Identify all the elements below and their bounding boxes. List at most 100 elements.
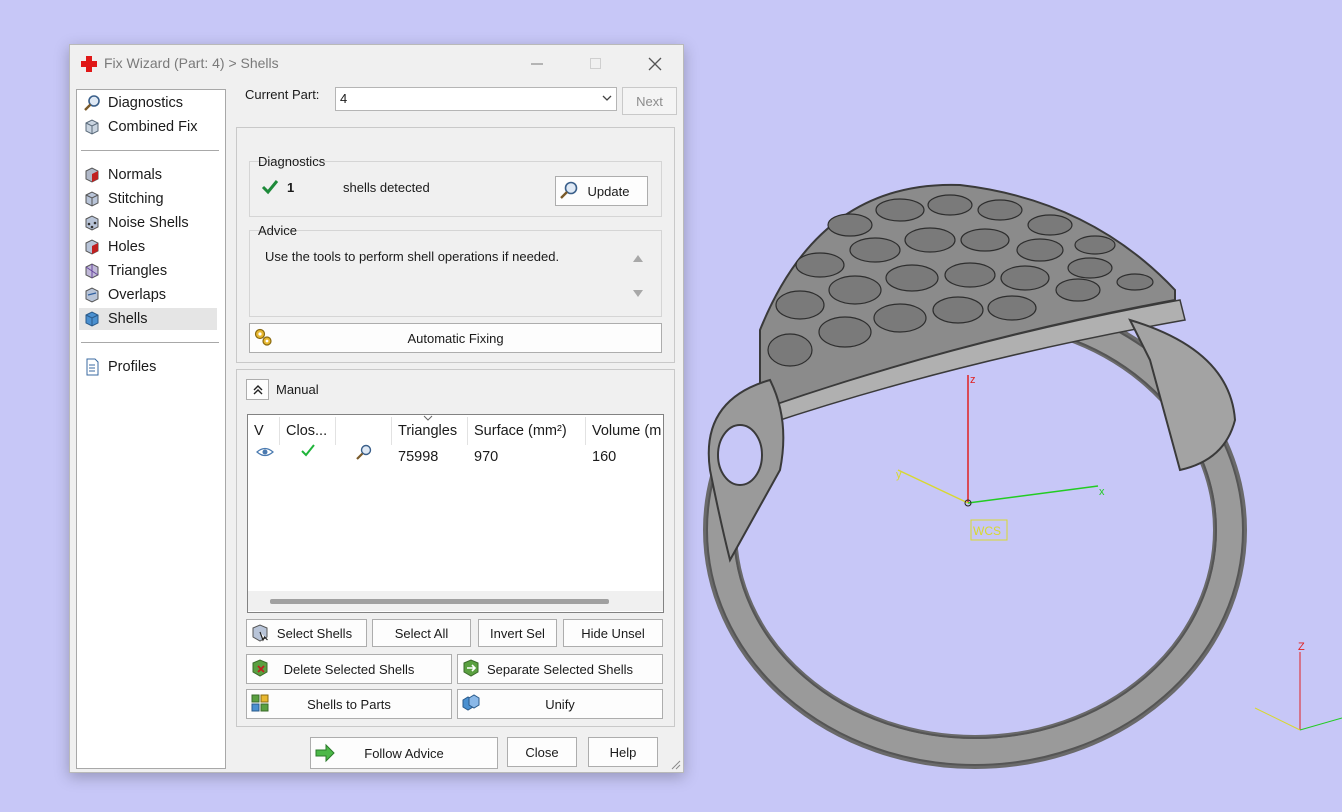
select-all-label: Select All: [394, 625, 449, 641]
sidebar-item-triangles[interactable]: Triangles: [79, 260, 217, 282]
holes-cube-icon: [85, 239, 99, 255]
document-icon: [86, 358, 99, 376]
magnifier-icon[interactable]: [355, 443, 373, 461]
current-part-value: 4: [340, 91, 348, 106]
normals-cube-icon: [85, 167, 99, 183]
invert-selection-button[interactable]: Invert Sel: [478, 619, 557, 647]
overlaps-cube-icon: [85, 287, 99, 303]
column-header-surface[interactable]: Surface (mm²): [468, 417, 586, 445]
gears-icon: [254, 328, 272, 346]
divider: [81, 150, 219, 151]
close-icon: [648, 57, 662, 70]
magnifier-icon: [560, 181, 578, 199]
fix-wizard-dialog: Fix Wizard (Part: 4) > Shells Diagnostic…: [69, 44, 684, 773]
cell-volume: 160: [592, 449, 617, 465]
minimize-icon: [531, 63, 543, 64]
sidebar-item-diagnostics[interactable]: Diagnostics: [79, 92, 217, 114]
scroll-up-icon[interactable]: [633, 254, 643, 262]
column-header-volume[interactable]: Volume (m: [586, 417, 663, 445]
sidebar-item-label: Holes: [108, 239, 146, 255]
diagnostics-panel: Diagnostics 1 shells detected Update Adv…: [236, 127, 675, 363]
eye-icon[interactable]: [256, 445, 274, 459]
sidebar-item-label: Combined Fix: [108, 119, 198, 135]
select-all-button[interactable]: Select All: [372, 619, 471, 647]
sidebar-item-label: Shells: [108, 311, 148, 327]
help-label: Help: [609, 744, 637, 760]
select-shells-label: Select Shells: [276, 625, 353, 641]
hide-unsel-label: Hide Unsel: [581, 625, 645, 641]
scroll-down-icon[interactable]: [633, 290, 643, 298]
advice-title: Advice: [258, 223, 298, 238]
column-header-closed[interactable]: Clos...: [280, 417, 336, 445]
sidebar-item-label: Overlaps: [108, 287, 167, 303]
green-arrow-right-icon: [315, 743, 335, 763]
shells-to-parts-icon: [251, 694, 269, 712]
diagnostics-title: Diagnostics: [258, 154, 326, 169]
select-shells-button[interactable]: Select Shells: [246, 619, 367, 647]
title-bar[interactable]: Fix Wizard (Part: 4) > Shells: [70, 45, 683, 82]
collapse-manual-button[interactable]: [246, 379, 269, 400]
checkmark-icon: [301, 444, 315, 457]
axis-z-label: z: [970, 374, 976, 386]
column-header-inspect[interactable]: [336, 417, 392, 445]
separate-selected-shells-button[interactable]: Separate Selected Shells: [457, 654, 663, 684]
mini-axis-z-label: Z: [1298, 641, 1305, 653]
maximize-icon: [589, 58, 601, 69]
magnifier-icon: [84, 95, 100, 111]
sidebar-item-combined-fix[interactable]: Combined Fix: [79, 116, 217, 138]
delete-selected-shells-button[interactable]: Delete Selected Shells: [246, 654, 452, 684]
unify-button[interactable]: Unify: [457, 689, 663, 719]
column-header-visible[interactable]: V: [248, 417, 280, 445]
triangles-cube-icon: [85, 263, 99, 279]
next-button[interactable]: Next: [622, 87, 677, 115]
automatic-fixing-button[interactable]: Automatic Fixing: [249, 323, 662, 353]
sidebar-item-stitching[interactable]: Stitching: [79, 188, 217, 210]
shells-detected-text: shells detected: [343, 180, 430, 195]
sidebar-item-overlaps[interactable]: Overlaps: [79, 284, 217, 306]
separate-selected-label: Separate Selected Shells: [487, 661, 633, 677]
axis-y-label: y: [896, 469, 902, 481]
resize-grip-icon[interactable]: [669, 758, 681, 770]
unify-icon: [462, 694, 480, 711]
update-label: Update: [587, 183, 630, 199]
sidebar-item-label: Normals: [108, 167, 162, 183]
invert-sel-label: Invert Sel: [490, 625, 545, 641]
window-title: Fix Wizard (Part: 4) > Shells: [104, 55, 279, 71]
unify-label: Unify: [545, 696, 575, 712]
hide-unselected-button[interactable]: Hide Unsel: [563, 619, 663, 647]
shells-table[interactable]: V Clos... Triangles Surface (mm²) Volume…: [247, 414, 664, 613]
sidebar-item-profiles[interactable]: Profiles: [79, 356, 217, 378]
column-header-triangles[interactable]: Triangles: [392, 417, 468, 445]
follow-advice-button[interactable]: Follow Advice: [310, 737, 498, 769]
sort-arrow-icon: [423, 415, 433, 421]
red-cross-icon: [81, 56, 97, 72]
cube-icon: [85, 119, 99, 135]
shells-cube-icon: [85, 311, 99, 327]
current-part-dropdown[interactable]: 4: [335, 87, 617, 111]
minimize-button[interactable]: [514, 45, 560, 82]
close-window-button[interactable]: [632, 45, 678, 82]
sidebar-item-label: Profiles: [108, 359, 157, 375]
select-shells-icon: [252, 624, 268, 642]
sidebar-item-label: Diagnostics: [108, 95, 183, 111]
close-button[interactable]: Close: [507, 737, 577, 767]
sidebar-item-shells[interactable]: Shells: [79, 308, 217, 330]
shells-to-parts-button[interactable]: Shells to Parts: [246, 689, 452, 719]
wcs-label: WCS: [973, 524, 1001, 538]
sidebar-item-label: Stitching: [108, 191, 164, 207]
help-button[interactable]: Help: [588, 737, 658, 767]
divider: [81, 342, 219, 343]
stitching-cube-icon: [85, 191, 99, 207]
sidebar-item-label: Triangles: [108, 263, 168, 279]
automatic-fixing-label: Automatic Fixing: [407, 330, 504, 346]
sidebar-item-normals[interactable]: Normals: [79, 164, 217, 186]
update-button[interactable]: Update: [555, 176, 648, 206]
maximize-button[interactable]: [572, 45, 618, 82]
close-label: Close: [525, 744, 559, 760]
sidebar-item-noise-shells[interactable]: Noise Shells: [79, 212, 217, 234]
horizontal-scrollbar-thumb[interactable]: [270, 599, 609, 604]
sidebar-item-holes[interactable]: Holes: [79, 236, 217, 258]
fix-category-list[interactable]: Diagnostics Combined Fix Normals Stitchi…: [76, 89, 226, 769]
cell-triangles: 75998: [398, 449, 439, 465]
chevron-down-icon: [602, 95, 612, 101]
